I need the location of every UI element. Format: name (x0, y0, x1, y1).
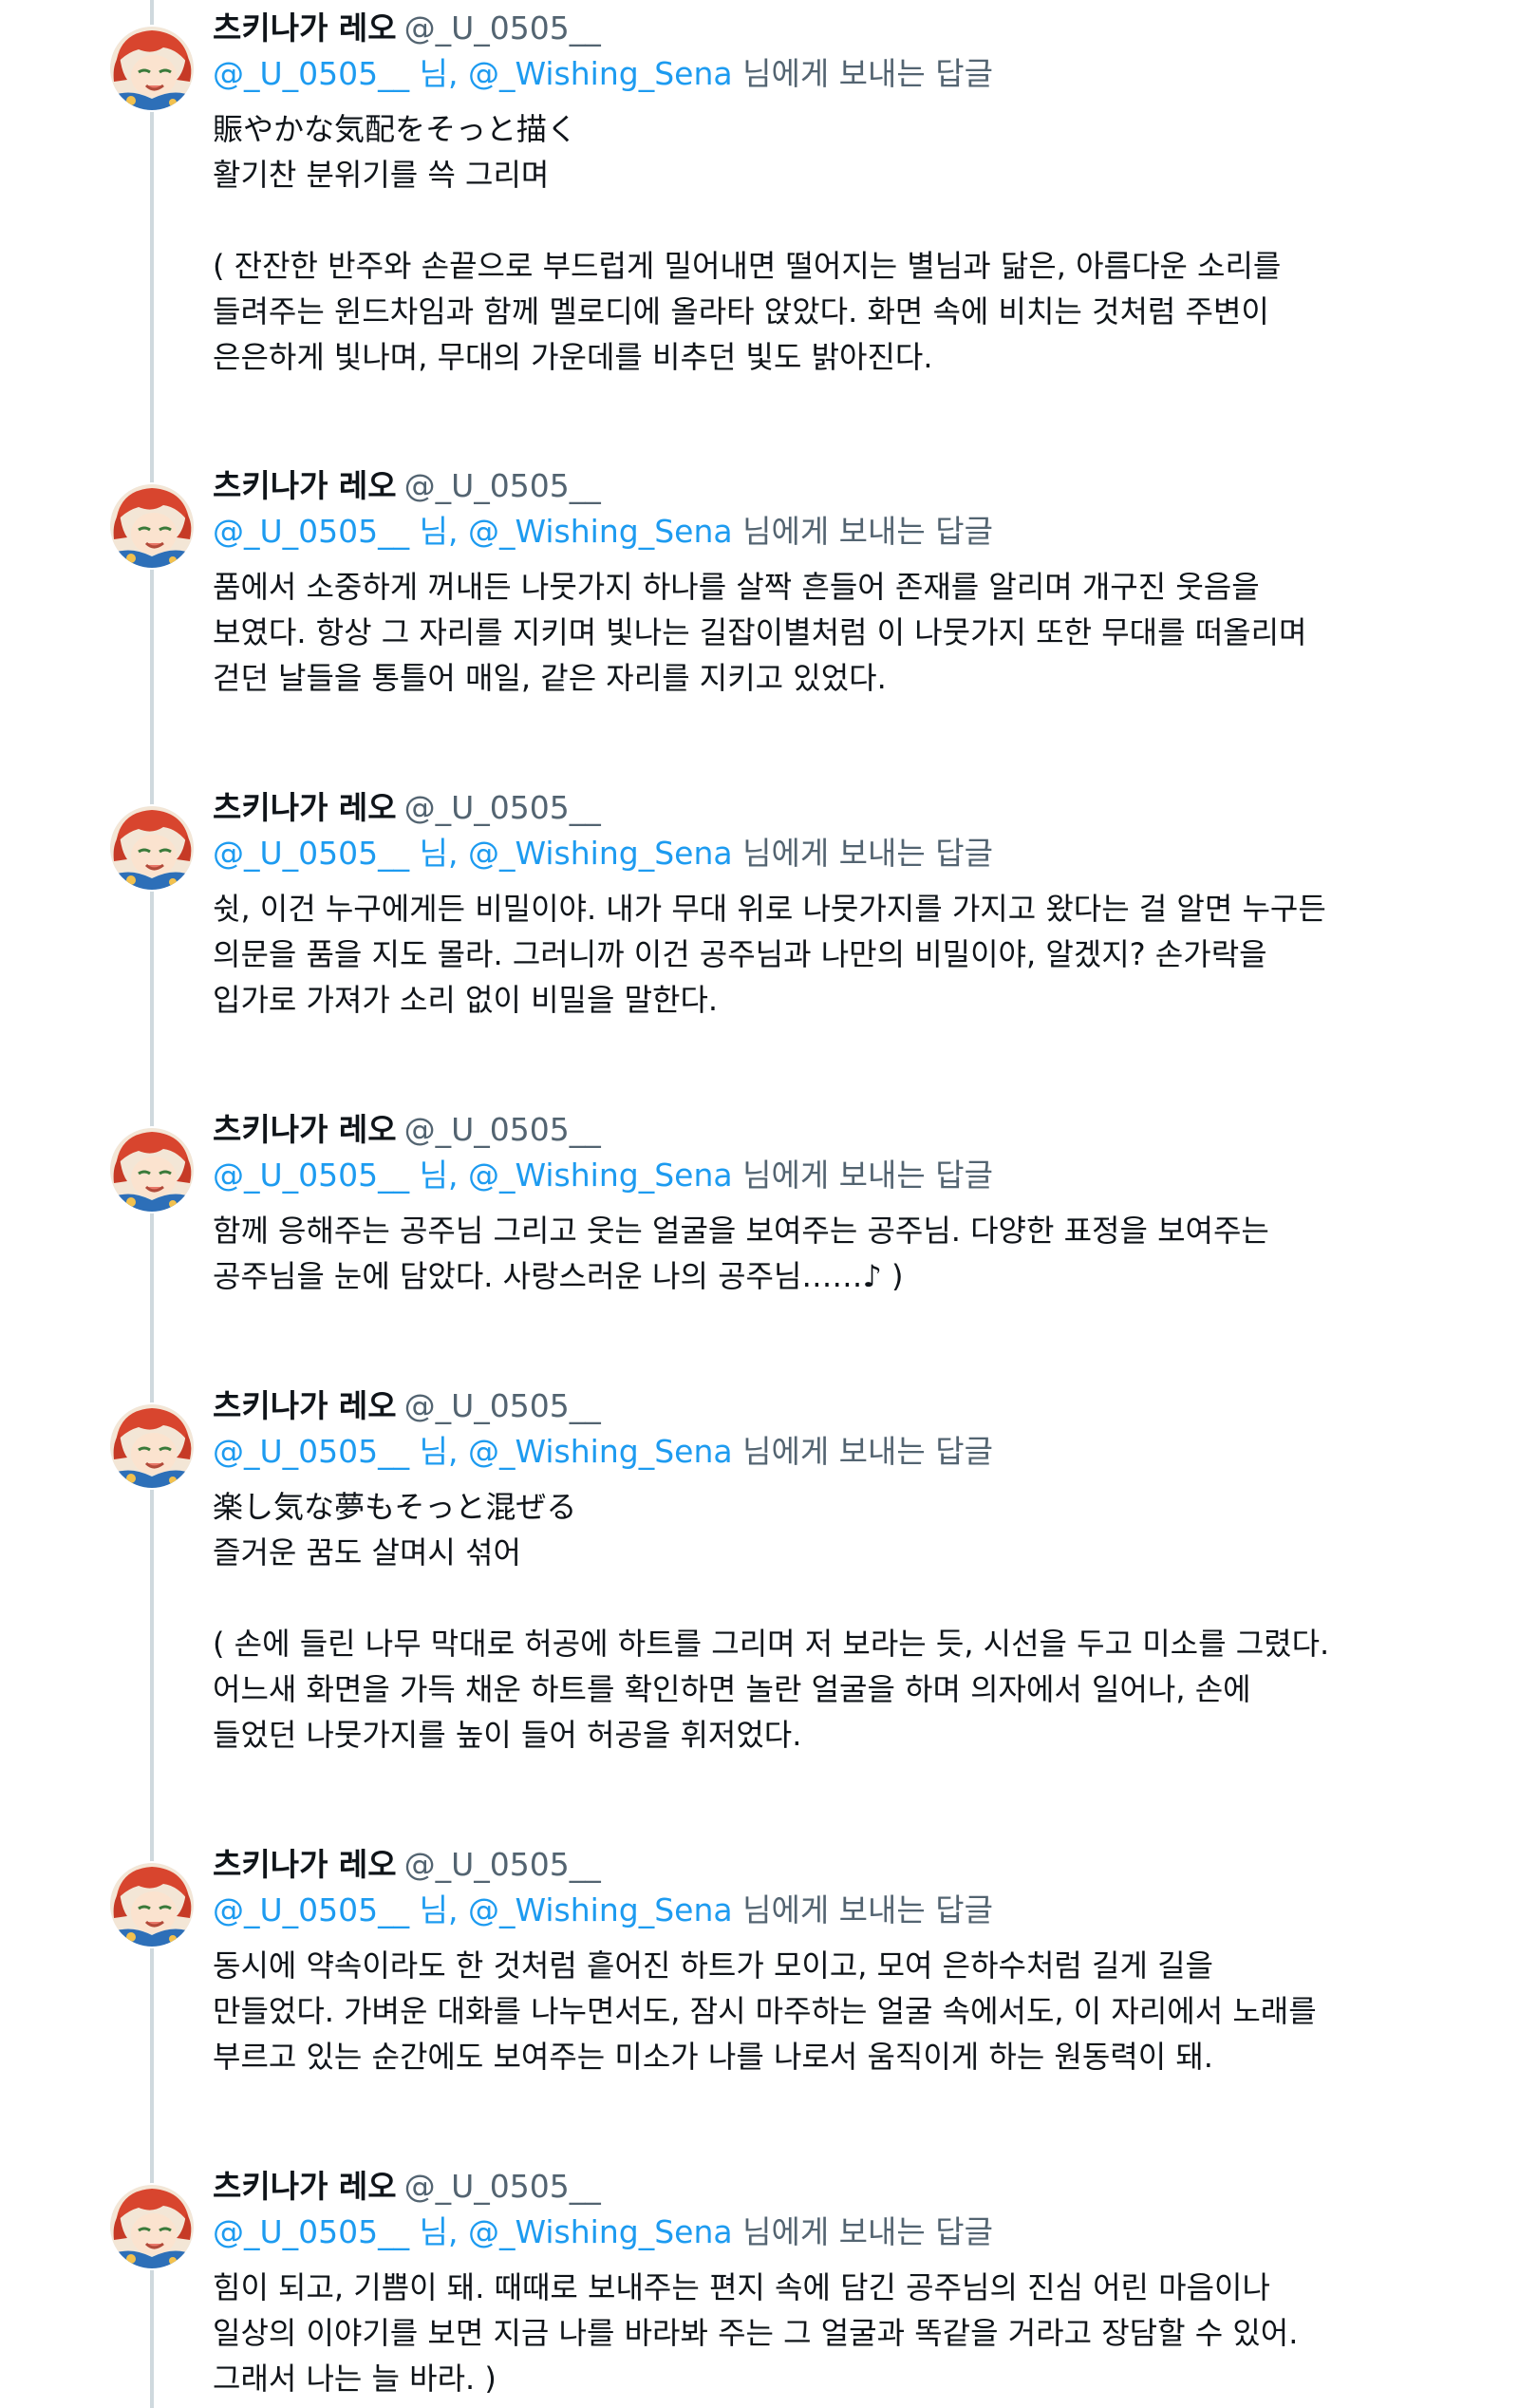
mention-link[interactable]: @_U_0505__ 님, (213, 513, 458, 550)
reply-label: 님에게 보내는 답글 (742, 1891, 993, 1928)
tweet-text: 동시에 약속이라도 한 것처럼 흩어진 하트가 모이고, 모여 은하수처럼 길게… (213, 1947, 1317, 2075)
mention-link[interactable]: @_U_0505__ 님, (213, 55, 458, 92)
tweet-header: 츠키나가 레오 @_U_0505__ (213, 8, 601, 49)
reply-label: 님에게 보내는 답글 (742, 513, 993, 550)
display-name[interactable]: 츠키나가 레오 (213, 467, 397, 504)
reply-context: @_U_0505__ 님, @_Wishing_Sena 님에게 보내는 답글 (213, 833, 993, 875)
tweet-text: 품에서 소중하게 꺼내든 나뭇가지 하나를 살짝 흔들어 존재를 알리며 개구진… (213, 569, 1307, 696)
avatar[interactable] (110, 484, 194, 568)
tweet-text: 楽し気な夢もそっと混ぜる 즐거운 꿈도 살며시 섞어 ( 손에 들린 나무 막대… (213, 1489, 1330, 1753)
user-handle[interactable]: @_U_0505__ (404, 2168, 601, 2205)
avatar-icon (110, 2185, 194, 2268)
avatar[interactable] (110, 1128, 194, 1212)
user-handle[interactable]: @_U_0505__ (404, 9, 601, 47)
user-handle[interactable]: @_U_0505__ (404, 1846, 601, 1883)
tweet-header: 츠키나가 레오 @_U_0505__ (213, 465, 601, 507)
display-name[interactable]: 츠키나가 레오 (213, 1111, 397, 1148)
avatar-icon (110, 1128, 194, 1212)
avatar-icon (110, 27, 194, 110)
tweet-text: 힘이 되고, 기쁨이 돼. 때때로 보내주는 편지 속에 담긴 공주님의 진심 … (213, 2269, 1299, 2397)
tweet-text: 함께 응해주는 공주님 그리고 웃는 얼굴을 보여주는 공주님. 다양한 표정을… (213, 1213, 1269, 1294)
reply-label: 님에게 보내는 답글 (742, 2213, 993, 2250)
tweet-header: 츠키나가 레오 @_U_0505__ (213, 1844, 601, 1886)
display-name[interactable]: 츠키나가 레오 (213, 1387, 397, 1424)
mention-link[interactable]: @_Wishing_Sena (468, 1157, 733, 1194)
mention-link[interactable]: @_U_0505__ 님, (213, 835, 458, 872)
avatar[interactable] (110, 2185, 194, 2268)
mention-link[interactable]: @_Wishing_Sena (468, 835, 733, 872)
avatar[interactable] (110, 1863, 194, 1947)
display-name[interactable]: 츠키나가 레오 (213, 1846, 397, 1883)
mention-link[interactable]: @_U_0505__ 님, (213, 1891, 458, 1928)
reply-context: @_U_0505__ 님, @_Wishing_Sena 님에게 보내는 답글 (213, 511, 993, 553)
avatar-icon (110, 806, 194, 890)
reply-context: @_U_0505__ 님, @_Wishing_Sena 님에게 보내는 답글 (213, 1155, 993, 1196)
mention-link[interactable]: @_U_0505__ 님, (213, 1433, 458, 1470)
avatar[interactable] (110, 806, 194, 890)
reply-context: @_U_0505__ 님, @_Wishing_Sena 님에게 보내는 답글 (213, 1431, 993, 1473)
display-name[interactable]: 츠키나가 레오 (213, 2168, 397, 2205)
user-handle[interactable]: @_U_0505__ (404, 467, 601, 504)
mention-link[interactable]: @_Wishing_Sena (468, 513, 733, 550)
reply-label: 님에게 보내는 답글 (742, 55, 993, 92)
avatar[interactable] (110, 1404, 194, 1488)
reply-context: @_U_0505__ 님, @_Wishing_Sena 님에게 보내는 답글 (213, 1890, 993, 1931)
mention-link[interactable]: @_U_0505__ 님, (213, 2213, 458, 2250)
reply-context: @_U_0505__ 님, @_Wishing_Sena 님에게 보내는 답글 (213, 2211, 993, 2253)
user-handle[interactable]: @_U_0505__ (404, 789, 601, 826)
user-handle[interactable]: @_U_0505__ (404, 1387, 601, 1424)
tweet-header: 츠키나가 레오 @_U_0505__ (213, 2166, 601, 2208)
avatar-icon (110, 1863, 194, 1947)
reply-context: @_U_0505__ 님, @_Wishing_Sena 님에게 보내는 답글 (213, 53, 993, 95)
tweet-header: 츠키나가 레오 @_U_0505__ (213, 1385, 601, 1427)
tweet-text: 賑やかな気配をそっと描く 활기찬 분위기를 쓱 그리며 ( 잔잔한 반주와 손끝… (213, 111, 1282, 375)
avatar-icon (110, 1404, 194, 1488)
mention-link[interactable]: @_Wishing_Sena (468, 1891, 733, 1928)
display-name[interactable]: 츠키나가 레오 (213, 9, 397, 47)
mention-link[interactable]: @_U_0505__ 님, (213, 1157, 458, 1194)
reply-label: 님에게 보내는 답글 (742, 1433, 993, 1470)
reply-label: 님에게 보내는 답글 (742, 1157, 993, 1194)
mention-link[interactable]: @_Wishing_Sena (468, 55, 733, 92)
tweet-header: 츠키나가 레오 @_U_0505__ (213, 1109, 601, 1151)
reply-label: 님에게 보내는 답글 (742, 835, 993, 872)
display-name[interactable]: 츠키나가 레오 (213, 789, 397, 826)
avatar[interactable] (110, 27, 194, 110)
tweet-header: 츠키나가 레오 @_U_0505__ (213, 787, 601, 829)
avatar-icon (110, 484, 194, 568)
mention-link[interactable]: @_Wishing_Sena (468, 1433, 733, 1470)
tweet-text: 쉿, 이건 누구에게든 비밀이야. 내가 무대 위로 나뭇가지를 가지고 왔다는… (213, 891, 1326, 1018)
user-handle[interactable]: @_U_0505__ (404, 1111, 601, 1148)
mention-link[interactable]: @_Wishing_Sena (468, 2213, 733, 2250)
